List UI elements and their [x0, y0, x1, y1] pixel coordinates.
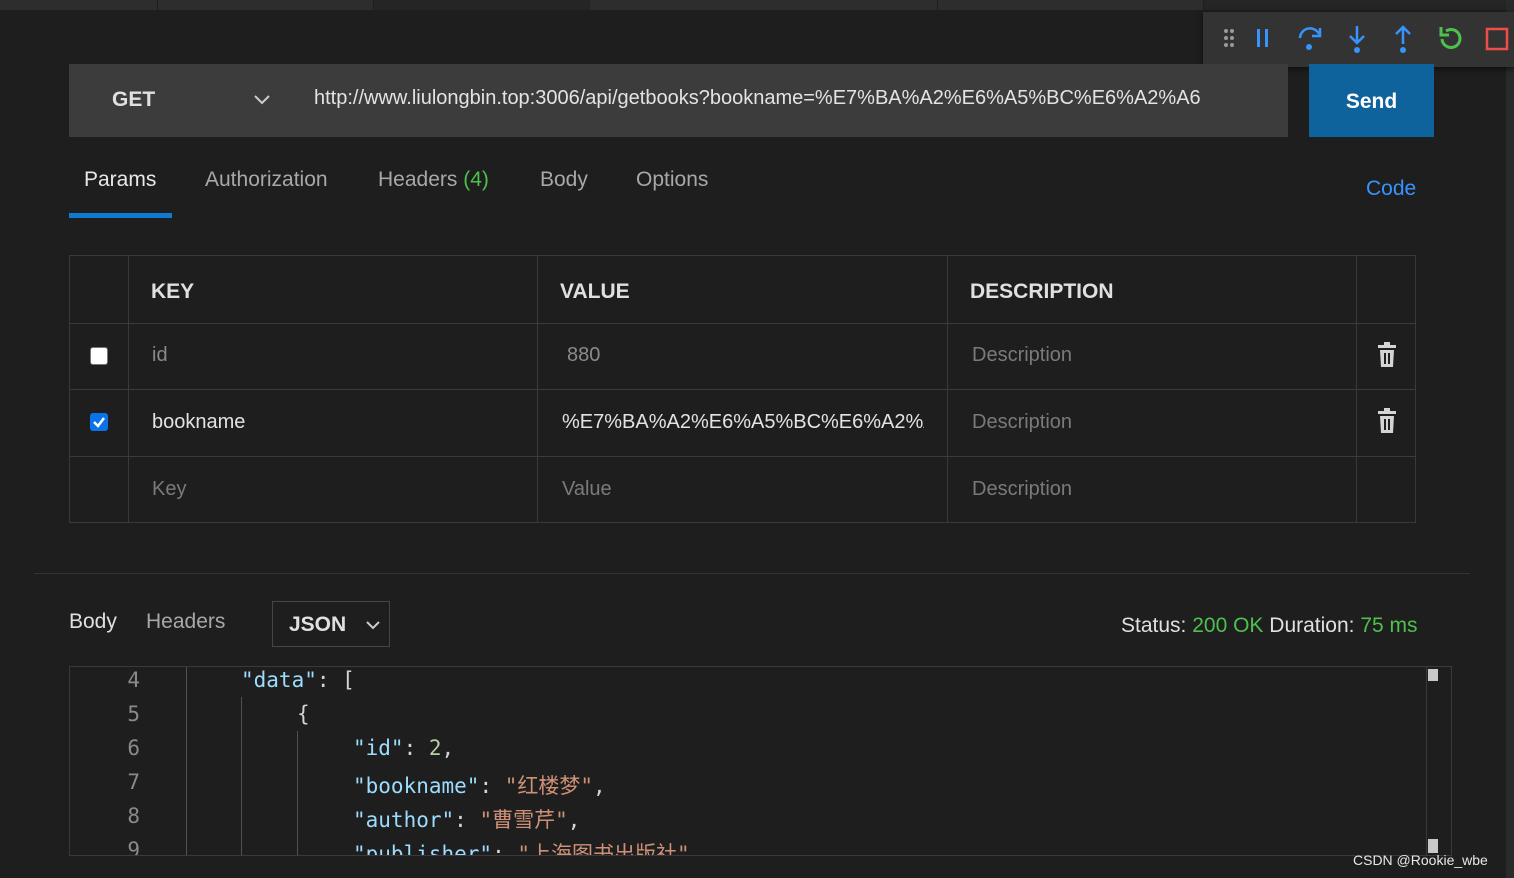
json-punct: : [454, 808, 480, 832]
row-divider [70, 323, 1415, 324]
editor-tab[interactable] [0, 0, 158, 10]
scroll-up-button[interactable] [1428, 669, 1438, 681]
json-key: "publisher" [353, 842, 493, 856]
json-punct: : [403, 736, 429, 760]
tab-headers-label: Headers [378, 168, 458, 191]
debug-toolbar [1203, 12, 1514, 67]
tab-body[interactable]: Body [540, 168, 588, 192]
chevron-down-icon [365, 618, 381, 636]
param-enable-checkbox[interactable] [90, 347, 108, 365]
code-line: "id": 2, [353, 736, 454, 760]
json-key: "id" [353, 736, 404, 760]
drag-handle-icon[interactable] [1215, 22, 1249, 56]
gutter-divider [186, 667, 187, 855]
status-value: 200 OK [1192, 614, 1264, 637]
params-table: KEY VALUE DESCRIPTION id 880 Description… [69, 255, 1416, 523]
code-line: "data": [ [241, 668, 355, 692]
column-header-description: DESCRIPTION [970, 280, 1114, 303]
format-label: JSON [289, 613, 347, 636]
editor-tab[interactable] [158, 0, 374, 10]
json-key: "author" [353, 808, 455, 832]
code-line: { [297, 702, 310, 726]
method-dropdown[interactable]: GET [69, 64, 291, 137]
watermark: CSDN @Rookie_wbe [1353, 852, 1488, 868]
tab-headers[interactable]: Headers (4) [378, 168, 489, 192]
json-key: "bookname" [353, 774, 480, 798]
status-label: Status: [1121, 614, 1187, 637]
window-scrollbar[interactable] [1506, 0, 1514, 878]
new-param-description-input[interactable]: Description [972, 478, 1342, 501]
pause-icon[interactable] [1247, 22, 1281, 56]
trash-icon[interactable] [1376, 342, 1398, 368]
duration-label: Duration: [1269, 614, 1355, 637]
json-string: "曹雪芹" [479, 808, 568, 832]
line-number: 8 [127, 804, 140, 828]
request-bar: GET http://www.liulongbin.top:3006/api/g… [69, 64, 1288, 137]
code-line: "bookname": "红楼梦", [353, 770, 606, 800]
code-line: "author": "曹雪芹", [353, 804, 580, 834]
code-line: "publisher": "上海图书出版社" [353, 838, 690, 856]
param-enable-checkbox[interactable] [90, 413, 108, 431]
restart-icon[interactable] [1433, 22, 1467, 56]
editor-tab[interactable] [938, 0, 1204, 10]
tab-authorization[interactable]: Authorization [205, 168, 328, 192]
param-value-input[interactable]: 880 [567, 344, 927, 367]
json-string: "红楼梦" [504, 774, 594, 798]
json-punct: : [492, 842, 518, 856]
param-key-input[interactable]: bookname [152, 411, 522, 434]
line-number: 7 [127, 770, 140, 794]
json-number: 2 [428, 736, 442, 760]
line-number: 6 [127, 736, 140, 760]
response-status: Status: 200 OK Duration: 75 ms [1121, 614, 1418, 638]
line-number: 4 [127, 668, 140, 692]
json-punct: : [ [316, 668, 355, 692]
section-divider [34, 573, 1470, 574]
json-punct: : [479, 774, 505, 798]
scroll-down-button[interactable] [1428, 839, 1438, 853]
chevron-down-icon [253, 92, 271, 111]
column-header-key: KEY [151, 280, 195, 303]
line-number: 5 [127, 702, 140, 726]
column-header-value: VALUE [560, 280, 630, 303]
step-over-icon[interactable] [1293, 22, 1327, 56]
param-value-input[interactable]: %E7%BA%A2%E6%A5%BC%E6%A2%A6 [562, 411, 924, 434]
step-out-icon[interactable] [1386, 22, 1420, 56]
response-tab-headers[interactable]: Headers [146, 610, 225, 634]
tab-options[interactable]: Options [636, 168, 708, 192]
line-number: 9 [127, 838, 140, 856]
response-format-select[interactable]: JSON [272, 601, 390, 647]
new-param-key-input[interactable]: Key [152, 478, 522, 501]
viewer-scrollbar-track[interactable] [1426, 667, 1427, 855]
tab-params[interactable]: Params [84, 168, 156, 192]
param-description-input[interactable]: Description [972, 411, 1342, 434]
stop-icon[interactable] [1480, 22, 1514, 56]
editor-tab-strip [0, 0, 1514, 10]
send-button[interactable]: Send [1309, 64, 1434, 137]
new-param-value-input[interactable]: Value [562, 478, 924, 501]
param-key-input[interactable]: id [152, 344, 522, 367]
trash-icon[interactable] [1376, 408, 1398, 434]
json-punct: , [593, 774, 606, 798]
step-into-icon[interactable] [1340, 22, 1374, 56]
active-tab-indicator [69, 213, 172, 218]
method-label: GET [112, 88, 156, 111]
duration-value: 75 ms [1360, 614, 1418, 637]
row-divider [70, 389, 1415, 390]
indent-guide [241, 697, 242, 855]
response-body-viewer[interactable]: 4 5 6 7 8 9 "data": [ { "id": 2, "bookna… [69, 666, 1452, 856]
row-divider [70, 456, 1415, 457]
json-punct: , [567, 808, 581, 832]
url-input[interactable]: http://www.liulongbin.top:3006/api/getbo… [314, 87, 1254, 110]
json-key: "data" [241, 668, 317, 692]
json-string: "上海图书出版社" [517, 842, 690, 856]
indent-guide [297, 731, 298, 855]
code-link[interactable]: Code [1366, 177, 1416, 201]
response-tab-body[interactable]: Body [69, 610, 117, 634]
param-description-input[interactable]: Description [972, 344, 1342, 367]
json-punct: , [441, 736, 455, 760]
headers-count-badge: (4) [463, 168, 489, 191]
editor-tab[interactable] [590, 0, 938, 10]
